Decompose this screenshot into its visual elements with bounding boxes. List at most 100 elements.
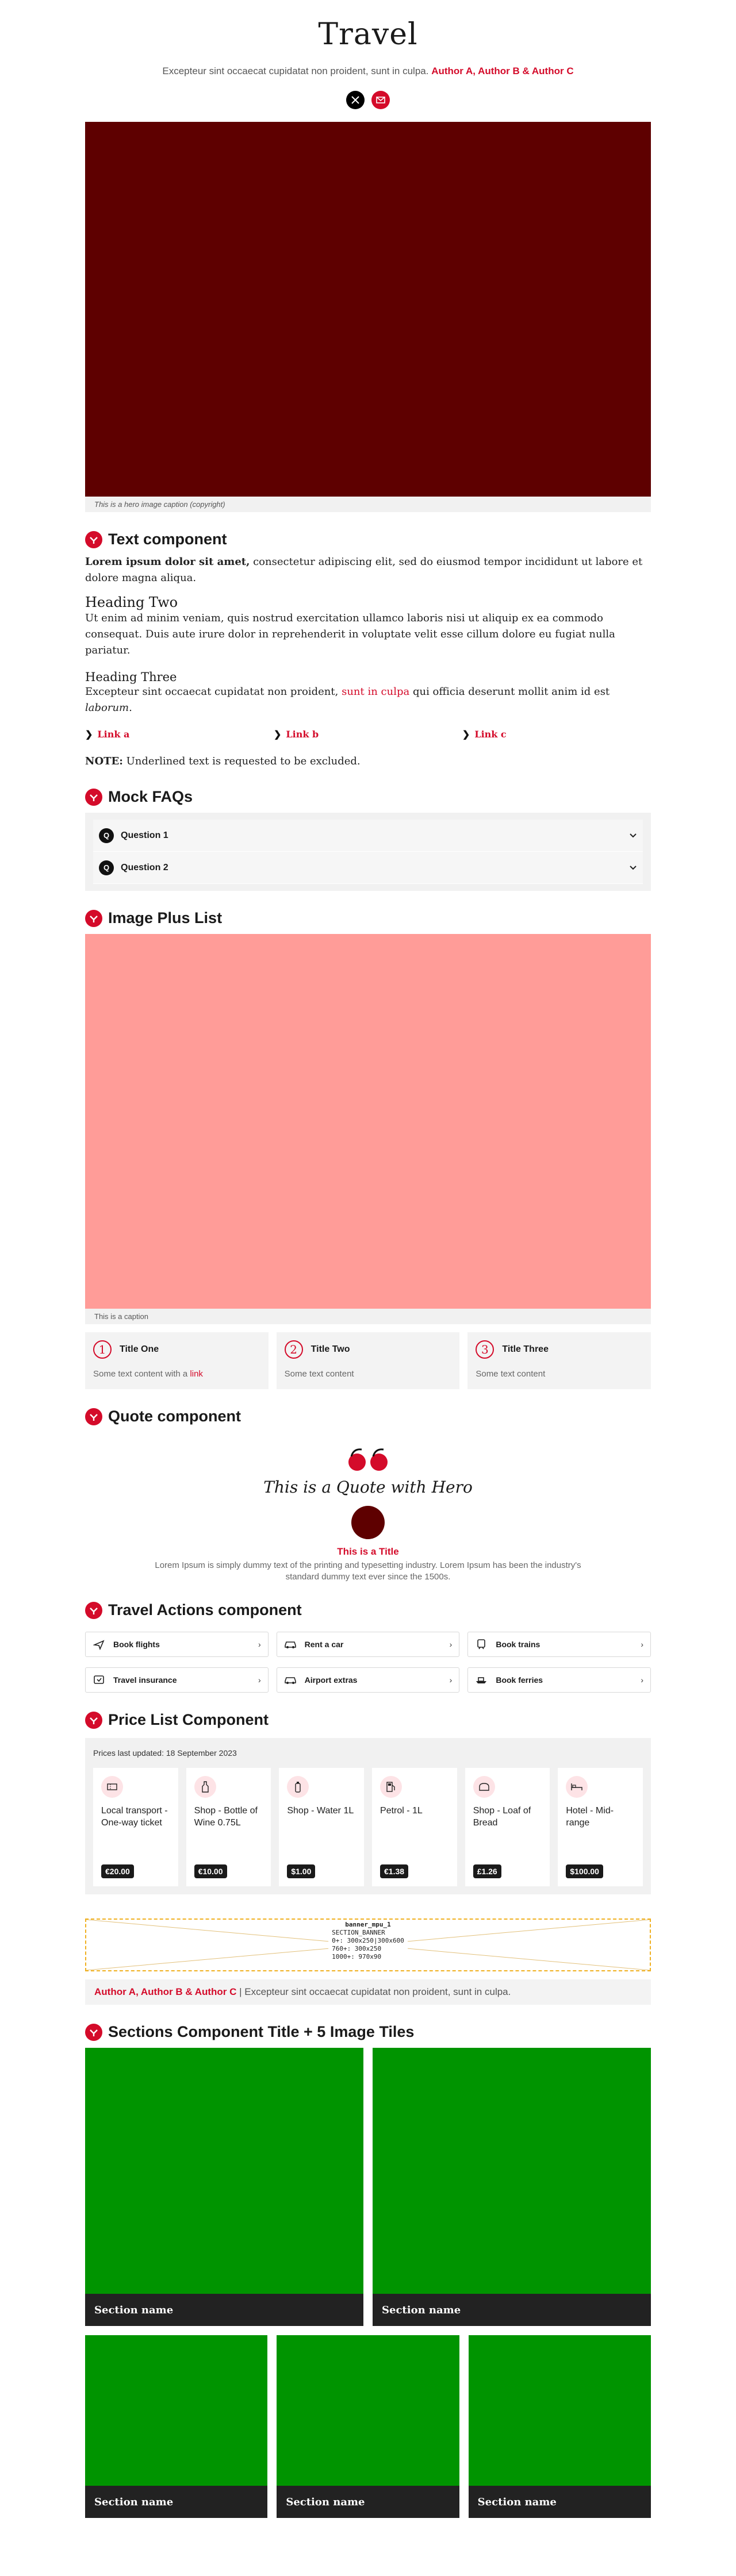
- action-label: Travel insurance: [113, 1675, 177, 1685]
- price-card: Shop - Loaf of Bread £1.26: [465, 1768, 550, 1886]
- section-tile-label: Section name: [468, 2486, 651, 2518]
- price-card: Shop - Bottle of Wine 0.75L €10.00: [186, 1768, 271, 1886]
- text-paragraph-1: Lorem ipsum dolor sit amet, consectetur …: [85, 554, 651, 586]
- action-label: Book trains: [496, 1640, 540, 1649]
- brand-chevron-icon: [85, 530, 102, 548]
- link-label: Link c: [474, 729, 507, 740]
- link-label: Link a: [97, 729, 130, 740]
- section-tiles-row-1: Section name Section name: [85, 2048, 651, 2326]
- section-header-image-plus-list: Image Plus List: [85, 909, 651, 927]
- section-tile[interactable]: Section name: [85, 2048, 363, 2326]
- faq-question-1[interactable]: Q Question 1: [93, 820, 643, 852]
- list-item: 2 Title Two Some text content: [276, 1332, 460, 1389]
- list-item-body: Some text content with a: [93, 1369, 190, 1379]
- section-title: Image Plus List: [108, 909, 223, 926]
- car-icon: [284, 1638, 297, 1651]
- book-ferries-button[interactable]: Book ferries ›: [467, 1667, 651, 1693]
- book-flights-button[interactable]: Book flights ›: [85, 1632, 269, 1657]
- list-item: 1 Title One Some text content with a link: [85, 1332, 269, 1389]
- ferry-icon: [475, 1674, 488, 1686]
- x-share-icon[interactable]: [346, 91, 365, 109]
- image-caption: This is a caption: [85, 1309, 651, 1324]
- quote-description: Lorem Ipsum is simply dummy text of the …: [155, 1560, 581, 1582]
- insurance-icon: [93, 1674, 105, 1686]
- section-title: Text component: [108, 530, 227, 548]
- train-icon: [475, 1638, 488, 1651]
- link-c[interactable]: ❯ Link c: [462, 729, 651, 740]
- book-trains-button[interactable]: Book trains ›: [467, 1632, 651, 1657]
- banner-line: 0+: 300x250|300x600: [332, 1937, 404, 1944]
- bold-lead: Lorem ipsum dolor sit amet,: [85, 556, 250, 568]
- chevron-right-icon: ❯: [462, 729, 470, 740]
- section-header-sections: Sections Component Title + 5 Image Tiles: [85, 2023, 651, 2041]
- inline-link[interactable]: link: [190, 1369, 203, 1379]
- travel-actions-grid: Book flights › Rent a car › Book trains › T…: [85, 1632, 651, 1693]
- rent-car-button[interactable]: Rent a car ›: [276, 1632, 460, 1657]
- action-label: Airport extras: [304, 1675, 358, 1685]
- price-card: Local transport - One-way ticket €20.00: [93, 1768, 178, 1886]
- question-icon: Q: [99, 860, 114, 875]
- faq-question-2[interactable]: Q Question 2: [93, 852, 643, 884]
- travel-insurance-button[interactable]: Travel insurance ›: [85, 1667, 269, 1693]
- author-link[interactable]: Author A, Author B & Author C: [94, 1986, 236, 1997]
- chevron-right-icon: ›: [449, 1640, 453, 1649]
- paragraph-text: Excepteur sint occaecat cupidatat non pr…: [85, 686, 342, 698]
- bread-icon: [473, 1776, 495, 1798]
- note-text: Underlined text is requested to be exclu…: [122, 755, 361, 767]
- number-badge: 2: [284, 1340, 303, 1359]
- price-value: $1.00: [287, 1864, 316, 1878]
- link-b[interactable]: ❯ Link b: [274, 729, 462, 740]
- section-tile[interactable]: Section name: [468, 2335, 651, 2518]
- banner-line: SECTION_BANNER: [332, 1929, 385, 1936]
- number-badge: 3: [476, 1340, 494, 1359]
- paragraph-text: .: [129, 702, 132, 714]
- section-tile[interactable]: Section name: [85, 2335, 268, 2518]
- section-header-travel-actions: Travel Actions component: [85, 1601, 651, 1619]
- author-link[interactable]: Author A, Author B & Author C: [431, 66, 573, 76]
- banner-name: banner_mpu_1: [345, 1921, 391, 1928]
- page-title: Travel: [318, 17, 418, 52]
- price-value: €1.38: [380, 1864, 409, 1878]
- ad-banner-placeholder: banner_mpu_1 SECTION_BANNER 0+: 300x250|30…: [85, 1918, 651, 1971]
- section-tiles-row-2: Section name Section name Section name: [85, 2335, 651, 2518]
- email-share-icon[interactable]: [371, 91, 390, 109]
- faq-list: Q Question 1 Q Question 2: [85, 813, 651, 891]
- brand-chevron-icon: [85, 1408, 102, 1425]
- section-tile[interactable]: Section name: [277, 2335, 459, 2518]
- price-grid: Local transport - One-way ticket €20.00 …: [93, 1768, 643, 1886]
- hotel-icon: [566, 1776, 588, 1798]
- price-item-name: Hotel - Mid-range: [566, 1806, 614, 1828]
- section-tile-label: Section name: [277, 2486, 459, 2518]
- italic-text: laborum: [85, 702, 129, 714]
- airport-extras-button[interactable]: Airport extras ›: [276, 1667, 460, 1693]
- price-list: Prices last updated: 18 September 2023 L…: [85, 1738, 651, 1894]
- price-value: €20.00: [101, 1864, 134, 1878]
- price-card: Shop - Water 1L $1.00: [279, 1768, 365, 1886]
- link-a[interactable]: ❯ Link a: [85, 729, 274, 740]
- text-paragraph-2: Ut enim ad minim veniam, quis nostrud ex…: [85, 612, 615, 656]
- list-item-title: Title Two: [310, 1344, 350, 1354]
- banner-spec: banner_mpu_1 SECTION_BANNER 0+: 300x250|30…: [328, 1921, 408, 1961]
- section-title: Quote component: [108, 1408, 241, 1425]
- price-value: $100.00: [566, 1864, 603, 1878]
- paragraph-text: qui officia deserunt mollit anim id est: [409, 686, 610, 698]
- chevron-down-icon: [630, 833, 637, 837]
- price-item-name: Petrol - 1L: [380, 1806, 423, 1816]
- chevron-right-icon: ›: [641, 1675, 643, 1685]
- action-label: Rent a car: [304, 1640, 344, 1649]
- section-tile[interactable]: Section name: [373, 2048, 651, 2326]
- quote-attribution: This is a Title: [337, 1546, 399, 1557]
- petrol-icon: [380, 1776, 402, 1798]
- faq-question-label: Question 2: [121, 862, 168, 872]
- price-card: Petrol - 1L €1.38: [372, 1768, 457, 1886]
- inline-link[interactable]: sunt in culpa: [342, 686, 409, 698]
- chevron-down-icon: [630, 865, 637, 870]
- chevron-right-icon: ›: [258, 1640, 261, 1649]
- chevron-right-icon: ›: [258, 1675, 261, 1685]
- avatar: [351, 1506, 385, 1539]
- section-title: Price List Component: [108, 1711, 269, 1728]
- heading-two: Heading Two: [85, 594, 178, 610]
- list-item-text: Some text content: [284, 1369, 354, 1379]
- ticket-icon: [101, 1776, 123, 1798]
- links-row: ❯ Link a ❯ Link b ❯ Link c: [85, 729, 651, 740]
